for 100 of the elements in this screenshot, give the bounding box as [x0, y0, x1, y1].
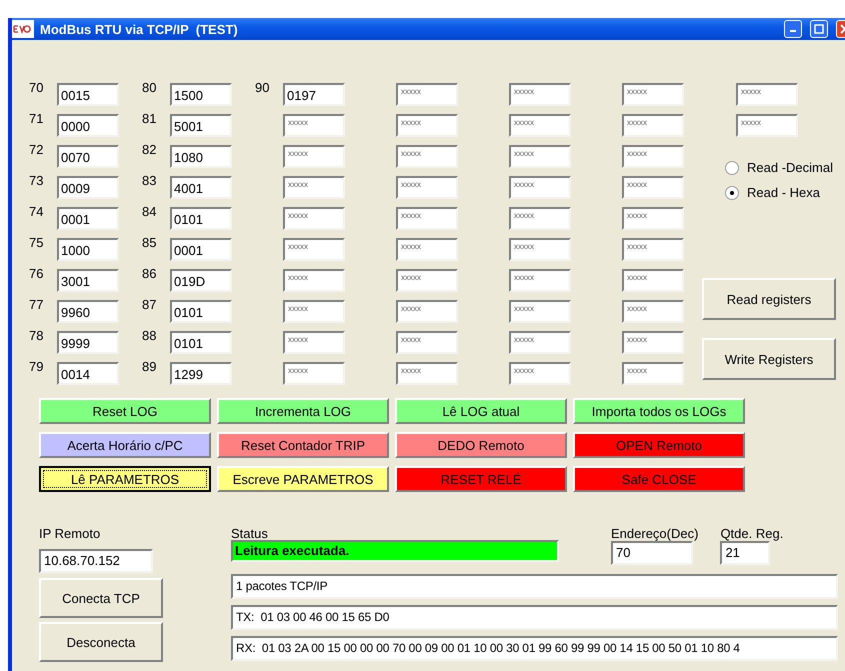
register-field[interactable]: xxxxx	[622, 269, 684, 292]
register-field[interactable]: xxxxx	[509, 331, 571, 354]
maximize-button[interactable]	[810, 20, 828, 38]
register-field[interactable]: 0070	[57, 145, 119, 168]
register-field[interactable]: 0101	[170, 300, 232, 323]
minimize-button[interactable]	[784, 20, 802, 38]
register-field[interactable]: xxxxx	[396, 238, 458, 261]
register-field[interactable]: xxxxx	[283, 145, 345, 168]
register-field[interactable]: xxxxx	[283, 207, 345, 230]
register-field[interactable]: xxxxx	[509, 238, 571, 261]
register-field[interactable]: xxxxx	[283, 300, 345, 323]
register-field[interactable]: xxxxx	[396, 145, 458, 168]
register-number: 87	[142, 297, 158, 312]
register-field[interactable]: 0001	[57, 207, 119, 230]
register-field[interactable]: xxxxx	[396, 83, 458, 106]
connection-button[interactable]: Conecta TCP	[39, 578, 163, 618]
register-number: 78	[29, 328, 44, 343]
register-field[interactable]: 3001	[57, 269, 119, 292]
register-field[interactable]: xxxxx	[283, 238, 345, 261]
command-button[interactable]: Reset LOG	[39, 398, 211, 424]
register-number: 86	[142, 266, 158, 281]
register-field[interactable]: 0015	[57, 83, 119, 106]
register-field[interactable]: xxxxx	[622, 238, 684, 261]
command-button[interactable]: Reset Contador TRIP	[217, 432, 389, 458]
register-number: 74	[29, 204, 44, 219]
register-field[interactable]: xxxxx	[396, 300, 458, 323]
register-field[interactable]: xxxxx	[509, 300, 571, 323]
register-field[interactable]: 0101	[170, 207, 232, 230]
register-field[interactable]: xxxxx	[509, 269, 571, 292]
command-button[interactable]: Importa todos os LOGs	[573, 398, 745, 424]
register-field[interactable]: xxxxx	[736, 83, 798, 106]
register-field[interactable]: xxxxx	[396, 114, 458, 137]
register-field[interactable]: 1500	[170, 83, 232, 106]
radio-button[interactable]	[725, 186, 739, 200]
command-button[interactable]: DEDO Remoto	[395, 432, 567, 458]
register-field[interactable]: xxxxx	[283, 331, 345, 354]
register-field[interactable]: 019D	[170, 269, 232, 292]
register-field[interactable]: xxxxx	[622, 300, 684, 323]
register-field[interactable]: xxxxx	[396, 207, 458, 230]
register-field[interactable]: 0101	[170, 331, 232, 354]
address-field[interactable]: 70	[611, 541, 693, 565]
register-number: 70	[29, 80, 44, 95]
register-field[interactable]: xxxxx	[509, 114, 571, 137]
radio-button[interactable]	[725, 160, 739, 174]
register-field[interactable]: xxxxx	[509, 207, 571, 230]
register-button[interactable]: Read registers	[702, 278, 836, 320]
register-field[interactable]: xxxxx	[736, 114, 798, 137]
register-number: 83	[142, 173, 158, 188]
register-field[interactable]: xxxxx	[283, 176, 345, 199]
register-field[interactable]: xxxxx	[283, 269, 345, 292]
command-button[interactable]: Escreve PARAMETROS	[217, 466, 389, 492]
command-button[interactable]: OPEN Remoto	[573, 432, 745, 458]
register-field[interactable]: 0014	[57, 362, 119, 385]
command-button[interactable]: Safe CLOSE	[573, 466, 745, 492]
register-field[interactable]: 1080	[170, 145, 232, 168]
register-field[interactable]: xxxxx	[283, 114, 345, 137]
register-field[interactable]: 4001	[170, 176, 232, 199]
register-field[interactable]: xxxxx	[396, 269, 458, 292]
register-field[interactable]: 1299	[170, 362, 232, 385]
register-field[interactable]: 0197	[283, 83, 345, 106]
register-button[interactable]: Write Registers	[702, 338, 836, 380]
command-button[interactable]: Acerta Horário c/PC	[39, 432, 211, 458]
register-field[interactable]: xxxxx	[283, 362, 345, 385]
register-field[interactable]: xxxxx	[509, 176, 571, 199]
register-number: 77	[29, 297, 44, 312]
register-field[interactable]: 5001	[170, 114, 232, 137]
register-field[interactable]: xxxxx	[622, 145, 684, 168]
register-field[interactable]: xxxxx	[396, 176, 458, 199]
register-field[interactable]: 0000	[57, 114, 119, 137]
register-field[interactable]: xxxxx	[622, 176, 684, 199]
quantity-label: Qtde. Reg.	[720, 526, 784, 541]
command-button[interactable]: Lê LOG atual	[395, 398, 567, 424]
register-field[interactable]: xxxxx	[622, 331, 684, 354]
app-logo-icon	[12, 20, 34, 38]
command-button[interactable]: Lê PARAMETROS	[39, 466, 211, 492]
register-field[interactable]: 9999	[57, 331, 119, 354]
command-button[interactable]: RESET RELÉ	[395, 466, 567, 492]
register-number: 76	[29, 266, 44, 281]
maximize-icon	[814, 24, 824, 34]
register-field[interactable]: 9960	[57, 300, 119, 323]
quantity-field[interactable]: 21	[720, 541, 770, 565]
register-field[interactable]: xxxxx	[509, 145, 571, 168]
register-field[interactable]: xxxxx	[622, 83, 684, 106]
register-number: 73	[29, 173, 44, 188]
register-number: 75	[29, 235, 44, 250]
register-field[interactable]: 0001	[170, 238, 232, 261]
register-field[interactable]: xxxxx	[509, 362, 571, 385]
register-number: 71	[29, 111, 44, 126]
register-field[interactable]: xxxxx	[622, 362, 684, 385]
connection-button[interactable]: Desconecta	[39, 622, 163, 662]
ip-field[interactable]: 10.68.70.152	[39, 549, 153, 573]
register-field[interactable]: 0009	[57, 176, 119, 199]
register-number: 79	[29, 359, 44, 374]
register-field[interactable]: xxxxx	[396, 362, 458, 385]
register-field[interactable]: xxxxx	[509, 83, 571, 106]
register-field[interactable]: xxxxx	[622, 114, 684, 137]
register-field[interactable]: xxxxx	[622, 207, 684, 230]
register-field[interactable]: xxxxx	[396, 331, 458, 354]
register-field[interactable]: 1000	[57, 238, 119, 261]
command-button[interactable]: Incrementa LOG	[217, 398, 389, 424]
